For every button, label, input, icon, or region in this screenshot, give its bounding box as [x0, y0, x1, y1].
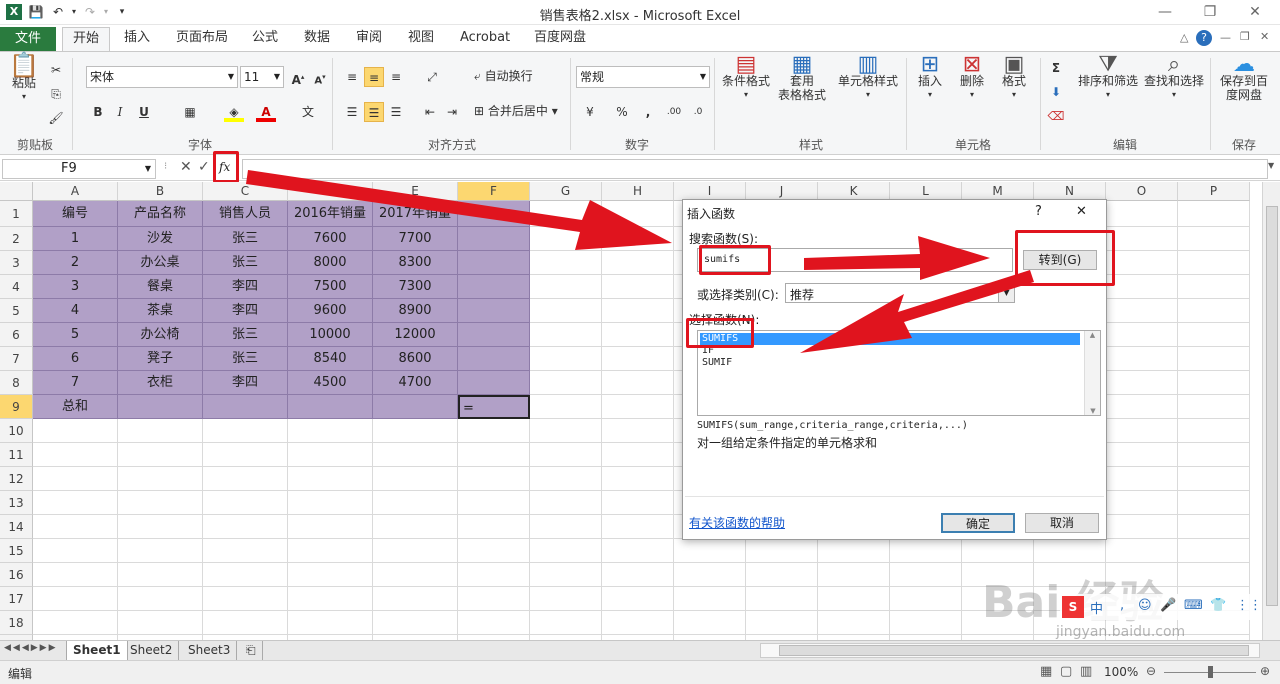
ime-toolbar[interactable]: S 中 , ☺ 🎤 ⌨ 👕 ⋮⋮: [1060, 594, 1262, 620]
ime-keyboard-icon[interactable]: ⌨: [1184, 598, 1203, 613]
ime-chinese-icon[interactable]: 中: [1090, 598, 1103, 617]
ime-skin-icon[interactable]: 👕: [1210, 598, 1226, 613]
ime-emoji-icon[interactable]: ☺: [1138, 598, 1152, 613]
ime-punct-icon[interactable]: ,: [1120, 598, 1124, 613]
arrow-to-dialog: [246, 170, 672, 250]
arrow-to-sumifs: [800, 270, 1034, 353]
sogou-icon: S: [1062, 596, 1084, 618]
watermark-url: jingyan.baidu.com: [1056, 624, 1186, 640]
ime-menu-icon[interactable]: ⋮⋮: [1236, 598, 1262, 613]
ime-mic-icon[interactable]: 🎤: [1160, 598, 1176, 613]
arrow-to-goto: [804, 236, 990, 280]
